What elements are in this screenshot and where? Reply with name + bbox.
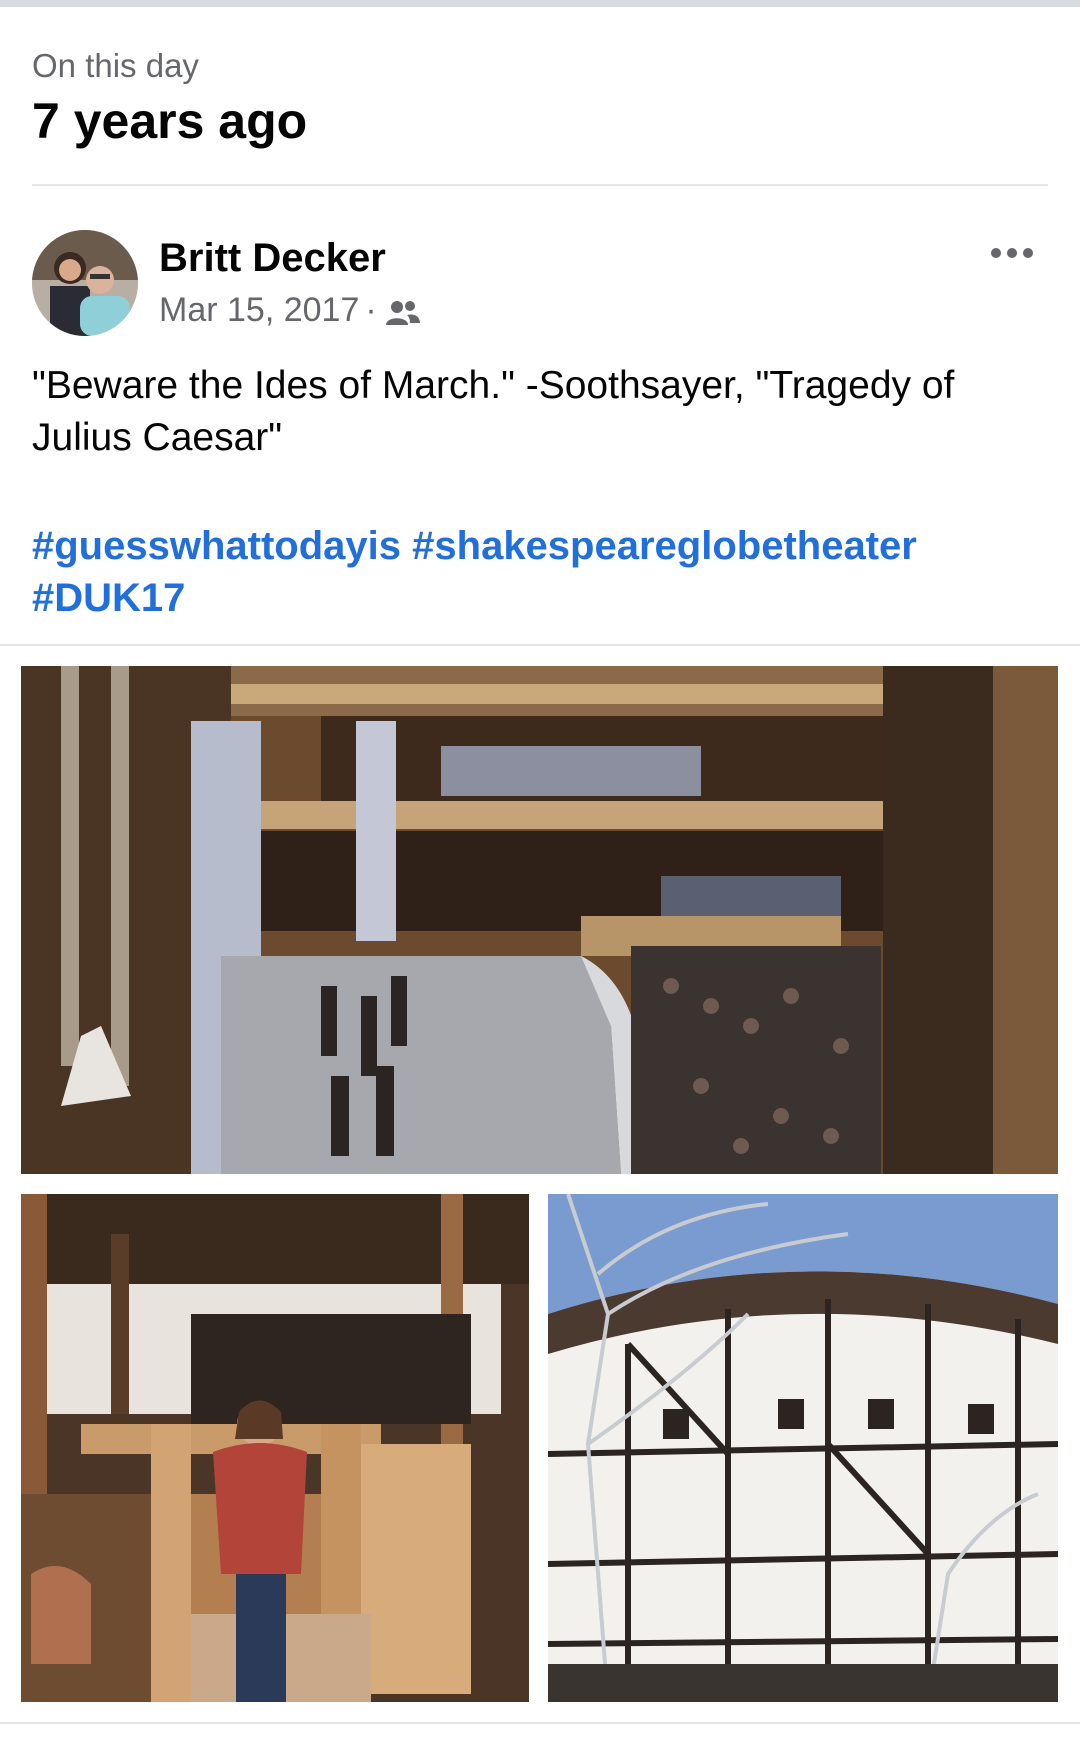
hashtags: #guesswhattodayis #shakespeareglobetheat…: [32, 520, 1042, 624]
header-divider: [32, 184, 1048, 186]
post-date[interactable]: Mar 15, 2017: [159, 288, 359, 332]
hashtag-link[interactable]: #shakespeareglobetheater: [412, 524, 917, 568]
memory-label: On this day: [32, 47, 199, 84]
author-name[interactable]: Britt Decker: [159, 234, 386, 282]
post-meta: Mar 15, 2017 ·: [159, 288, 421, 332]
more-horizontal-icon: [991, 248, 1033, 258]
post-text: "Beware the Ides of March." -Soothsayer,…: [32, 364, 955, 459]
text-photo-divider: [0, 644, 1080, 646]
friends-icon[interactable]: [385, 295, 421, 325]
avatar-image: [32, 230, 138, 336]
hashtag-link[interactable]: #DUK17: [32, 576, 185, 620]
bottom-rule: [0, 1722, 1080, 1724]
memory-title: 7 years ago: [32, 93, 308, 149]
more-options-button[interactable]: [988, 238, 1036, 268]
avatar[interactable]: [32, 230, 138, 336]
top-rule: [0, 0, 1080, 7]
photo-woman-at-railing[interactable]: [21, 1194, 529, 1702]
post-header: Britt Decker Mar 15, 2017 ·: [32, 230, 1048, 338]
meta-separator: ·: [365, 291, 377, 329]
memory-header: On this day 7 years ago: [32, 44, 307, 152]
photo-globe-exterior[interactable]: [548, 1194, 1058, 1702]
hashtag-link[interactable]: #guesswhattodayis: [32, 524, 401, 568]
photo-globe-interior[interactable]: [21, 666, 1058, 1174]
